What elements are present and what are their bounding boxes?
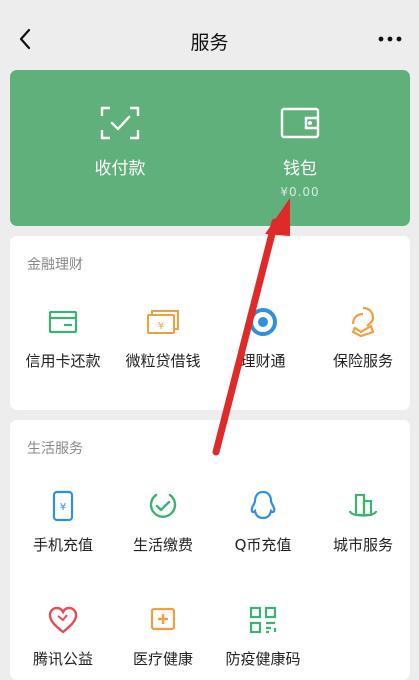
licaitong-button[interactable]: 理财通 bbox=[213, 302, 313, 371]
header-bar: 服务 bbox=[0, 0, 419, 70]
page-title: 服务 bbox=[190, 32, 229, 54]
more-button[interactable] bbox=[375, 26, 405, 52]
credit-card-repay-button[interactable]: 信用卡还款 bbox=[13, 302, 113, 371]
qcoin-topup-button[interactable]: Q币充值 bbox=[213, 486, 313, 555]
charity-heart-icon bbox=[48, 606, 78, 634]
insurance-button[interactable]: 保险服务 bbox=[313, 302, 413, 371]
licaitong-label: 理财通 bbox=[240, 352, 286, 370]
loan-icon: ¥ bbox=[147, 310, 179, 334]
svg-text:¥: ¥ bbox=[60, 502, 66, 513]
weilidai-button[interactable]: ¥ 微粒贷借钱 bbox=[113, 302, 213, 371]
city-service-icon bbox=[348, 493, 378, 517]
weilidai-label: 微粒贷借钱 bbox=[125, 352, 201, 370]
qcoin-topup-label: Q币充值 bbox=[234, 536, 292, 554]
medical-health-label: 医疗健康 bbox=[132, 650, 193, 668]
city-service-button[interactable]: 城市服务 bbox=[313, 486, 413, 555]
phone-topup-icon: ¥ bbox=[52, 490, 74, 522]
wallet-icon bbox=[280, 107, 320, 139]
more-dots-icon bbox=[378, 36, 402, 42]
tencent-charity-label: 腾讯公益 bbox=[32, 650, 93, 668]
wealth-icon bbox=[249, 308, 277, 336]
insurance-icon bbox=[351, 306, 375, 338]
pay-receive-button[interactable]: 收付款 bbox=[60, 102, 180, 179]
health-code-label: 防疫健康码 bbox=[225, 650, 301, 668]
wallet-button[interactable]: 钱包 ¥0.00 bbox=[240, 102, 360, 199]
wallet-balance: ¥0.00 bbox=[280, 185, 320, 199]
pay-receive-label: 收付款 bbox=[94, 159, 146, 179]
utility-bill-icon bbox=[149, 493, 177, 518]
wallet-card: 收付款 钱包 ¥0.00 bbox=[10, 70, 410, 226]
finance-section: 金融理财 信用卡还款 ¥ 微粒贷借钱 理财通 保险服务 bbox=[10, 236, 410, 410]
health-code-button[interactable]: 防疫健康码 bbox=[213, 600, 313, 669]
insurance-label: 保险服务 bbox=[332, 352, 393, 370]
credit-card-repay-label: 信用卡还款 bbox=[25, 352, 101, 370]
wallet-label: 钱包 bbox=[283, 159, 317, 179]
phone-topup-label: 手机充值 bbox=[32, 536, 93, 554]
health-code-icon bbox=[249, 606, 277, 634]
life-services-section: 生活服务 ¥ 手机充值 生活缴费 Q币充值 城市服务 腾讯公益 医疗健康 防疫健… bbox=[10, 420, 410, 680]
medical-icon bbox=[150, 607, 176, 631]
city-service-label: 城市服务 bbox=[332, 536, 393, 554]
section-title: 生活服务 bbox=[27, 441, 83, 457]
medical-health-button[interactable]: 医疗健康 bbox=[113, 600, 213, 669]
scan-pay-icon bbox=[100, 106, 140, 140]
section-title: 金融理财 bbox=[27, 257, 83, 273]
credit-card-icon bbox=[48, 310, 78, 334]
utility-bill-button[interactable]: 生活缴费 bbox=[113, 486, 213, 555]
tencent-charity-button[interactable]: 腾讯公益 bbox=[13, 600, 113, 669]
utility-bill-label: 生活缴费 bbox=[132, 536, 193, 554]
phone-topup-button[interactable]: ¥ 手机充值 bbox=[13, 486, 113, 555]
qcoin-icon bbox=[250, 490, 276, 520]
svg-text:¥: ¥ bbox=[158, 321, 164, 332]
